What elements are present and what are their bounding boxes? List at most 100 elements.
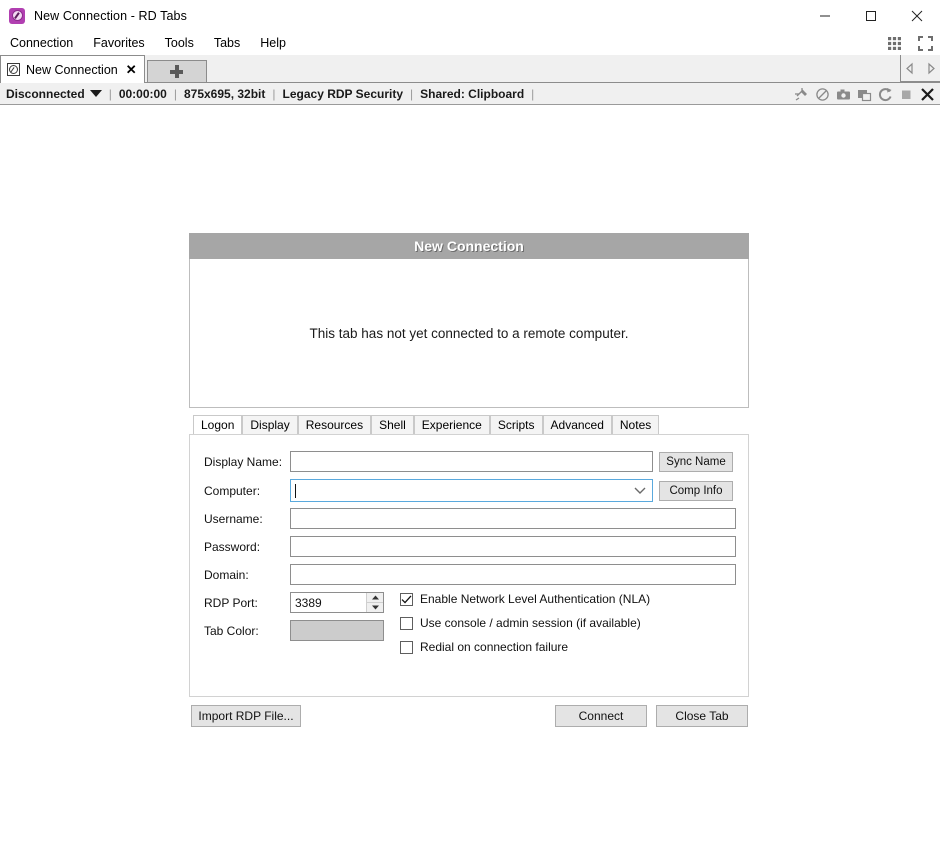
password-label: Password: (204, 539, 261, 554)
console-session-checkbox[interactable] (400, 616, 413, 630)
connection-icon (7, 63, 20, 76)
session-shared: Shared: Clipboard (420, 86, 525, 101)
tab-advanced-label: Advanced (550, 417, 604, 432)
tab-label: New Connection (26, 62, 118, 77)
plus-icon (170, 65, 184, 78)
maximize-button[interactable] (848, 0, 894, 31)
status-separator: | (531, 86, 535, 101)
text-caret (295, 483, 296, 498)
status-bar: Disconnected | 00:00:00 | 875x695, 32bit… (0, 83, 940, 105)
status-separator: | (173, 86, 177, 101)
tab-advanced[interactable]: Advanced (542, 415, 612, 434)
domain-label: Domain: (204, 567, 249, 582)
connection-panel-header: New Connection (189, 233, 749, 259)
session-resolution: 875x695, 32bit (183, 86, 266, 101)
fullscreen-icon[interactable] (917, 35, 934, 52)
settings-tab-bar: Logon Display Resources Shell Experience… (189, 414, 749, 435)
tab-logon[interactable]: Logon (193, 415, 243, 435)
close-tab-label: Close Tab (675, 709, 729, 723)
menubar-tool-icons (886, 31, 934, 55)
comp-info-button[interactable]: Comp Info (659, 480, 733, 501)
nla-checkbox[interactable] (400, 592, 413, 606)
tab-shell[interactable]: Shell (371, 415, 414, 434)
connection-panel-title: New Connection (414, 238, 524, 254)
connection-state-group[interactable]: Disconnected (0, 87, 102, 101)
tab-close-icon[interactable]: ✕ (126, 63, 137, 76)
rdp-port-value: 3389 (295, 595, 322, 610)
rdp-port-stepper-arrows (366, 593, 383, 612)
close-tab-button[interactable]: Close Tab (656, 705, 748, 727)
not-connected-message: This tab has not yet connected to a remo… (309, 325, 629, 341)
tab-notes[interactable]: Notes (611, 415, 660, 434)
checkmark-icon (401, 594, 412, 604)
session-duration: 00:00:00 (118, 86, 167, 101)
stepper-down-icon[interactable] (367, 602, 383, 612)
domain-input[interactable] (290, 564, 736, 585)
chevron-down-icon[interactable] (634, 487, 646, 495)
minimize-button[interactable] (802, 0, 848, 31)
sync-name-label: Sync Name (666, 455, 726, 468)
tab-resources[interactable]: Resources (297, 415, 372, 434)
username-input[interactable] (290, 508, 736, 529)
menu-item-help[interactable]: Help (250, 33, 296, 53)
username-label: Username: (204, 511, 263, 526)
tab-display[interactable]: Display (242, 415, 298, 434)
tab-strip: New Connection ✕ (0, 55, 940, 83)
connection-panel: New Connection This tab has not yet conn… (189, 233, 749, 727)
tab-color-swatch[interactable] (290, 620, 384, 641)
nla-checkbox-label: Enable Network Level Authentication (NLA… (420, 592, 651, 606)
menu-item-connection[interactable]: Connection (0, 33, 83, 53)
disconnect-icon[interactable] (815, 87, 830, 102)
redial-checkbox[interactable] (400, 640, 413, 654)
tab-notes-label: Notes (619, 417, 652, 432)
console-session-checkbox-row[interactable]: Use console / admin session (if availabl… (400, 616, 641, 630)
session-security: Legacy RDP Security (282, 86, 404, 101)
nla-checkbox-row[interactable]: Enable Network Level Authentication (NLA… (400, 592, 650, 606)
rdp-port-label: RDP Port: (204, 595, 258, 610)
pin-tack-icon[interactable] (794, 87, 809, 102)
menu-bar: Connection Favorites Tools Tabs Help (0, 31, 940, 55)
redial-checkbox-label: Redial on connection failure (420, 640, 569, 654)
connect-button[interactable]: Connect (555, 705, 647, 727)
tab-logon-label: Logon (201, 418, 235, 432)
tab-experience-label: Experience (421, 417, 482, 432)
sync-name-button[interactable]: Sync Name (659, 451, 733, 472)
close-x-icon[interactable] (920, 87, 935, 102)
status-separator: | (272, 86, 276, 101)
connection-state-text: Disconnected (6, 86, 85, 101)
menu-item-tools[interactable]: Tools (155, 33, 204, 53)
tab-new-connection[interactable]: New Connection ✕ (0, 55, 145, 83)
tab-prev-icon[interactable] (904, 62, 917, 75)
tile-grid-icon[interactable] (886, 35, 903, 52)
display-name-input[interactable] (290, 451, 653, 472)
tab-scripts[interactable]: Scripts (489, 415, 543, 434)
screenshot-camera-icon[interactable] (836, 87, 851, 102)
status-bar-icons (794, 83, 935, 105)
import-rdp-file-button[interactable]: Import RDP File... (191, 705, 301, 727)
window-controls (802, 0, 940, 31)
menu-item-tabs[interactable]: Tabs (204, 33, 250, 53)
redial-checkbox-row[interactable]: Redial on connection failure (400, 640, 568, 654)
tab-next-icon[interactable] (924, 62, 937, 75)
duplicate-tab-icon[interactable] (857, 87, 872, 102)
tab-shell-label: Shell (379, 417, 406, 432)
status-separator: | (108, 86, 112, 101)
tab-resources-label: Resources (305, 417, 364, 432)
close-button[interactable] (894, 0, 940, 31)
new-tab-button[interactable] (146, 60, 207, 82)
tab-experience[interactable]: Experience (413, 415, 490, 434)
stop-square-icon[interactable] (899, 87, 914, 102)
connection-panel-body: This tab has not yet connected to a remo… (189, 259, 749, 408)
computer-combobox[interactable] (290, 479, 653, 502)
menu-item-favorites[interactable]: Favorites (83, 33, 154, 53)
chevron-down-icon[interactable] (89, 90, 102, 97)
dialog-button-row: Import RDP File... Connect Close Tab (189, 705, 749, 727)
computer-label: Computer: (204, 483, 261, 498)
tab-display-label: Display (250, 417, 290, 432)
password-input[interactable] (290, 536, 736, 557)
stepper-up-icon[interactable] (367, 593, 383, 602)
import-rdp-file-label: Import RDP File... (198, 709, 294, 723)
reconnect-refresh-icon[interactable] (878, 87, 893, 102)
status-separator: | (410, 86, 414, 101)
rdp-port-stepper[interactable]: 3389 (290, 592, 384, 613)
